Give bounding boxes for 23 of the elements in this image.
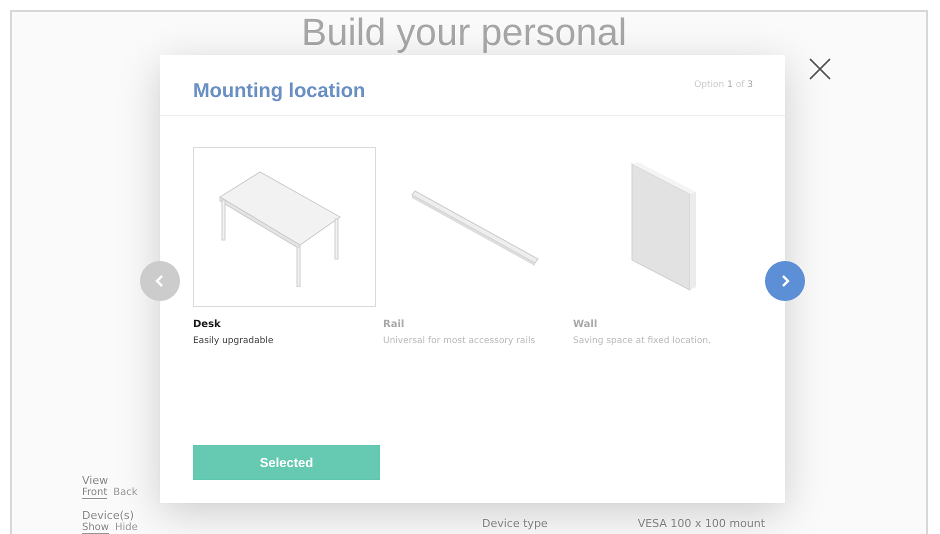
page-heading: Build your personal <box>300 12 628 54</box>
chevron-left-icon <box>154 275 166 287</box>
devices-label: Device(s) <box>82 509 135 522</box>
option-description: Saving space at fixed location. <box>573 336 712 346</box>
chevron-right-icon <box>779 275 791 287</box>
option-name: Rail <box>383 319 406 330</box>
device-type-label: Device type <box>482 517 548 530</box>
toggle-option[interactable]: Show <box>82 522 109 534</box>
device-type-value: VESA 100 x 100 mount <box>638 517 766 530</box>
option-name: Desk <box>193 319 222 330</box>
toggle-option[interactable]: Front <box>82 487 108 499</box>
previous-button[interactable] <box>140 261 180 301</box>
close-icon[interactable] <box>809 58 831 80</box>
option-description: Universal for most accessory rails <box>383 336 536 346</box>
option-name: Wall <box>573 319 598 330</box>
view-label: View <box>82 474 110 487</box>
next-button[interactable] <box>765 261 805 301</box>
option-description: Easily upgradable <box>193 336 274 346</box>
toggle-option[interactable]: Back <box>113 487 138 499</box>
toggle-option[interactable]: Hide <box>114 522 138 534</box>
selected-button[interactable]: Selected <box>193 445 380 480</box>
modal-title: Mounting location <box>193 78 366 102</box>
option-card[interactable] <box>193 147 376 307</box>
